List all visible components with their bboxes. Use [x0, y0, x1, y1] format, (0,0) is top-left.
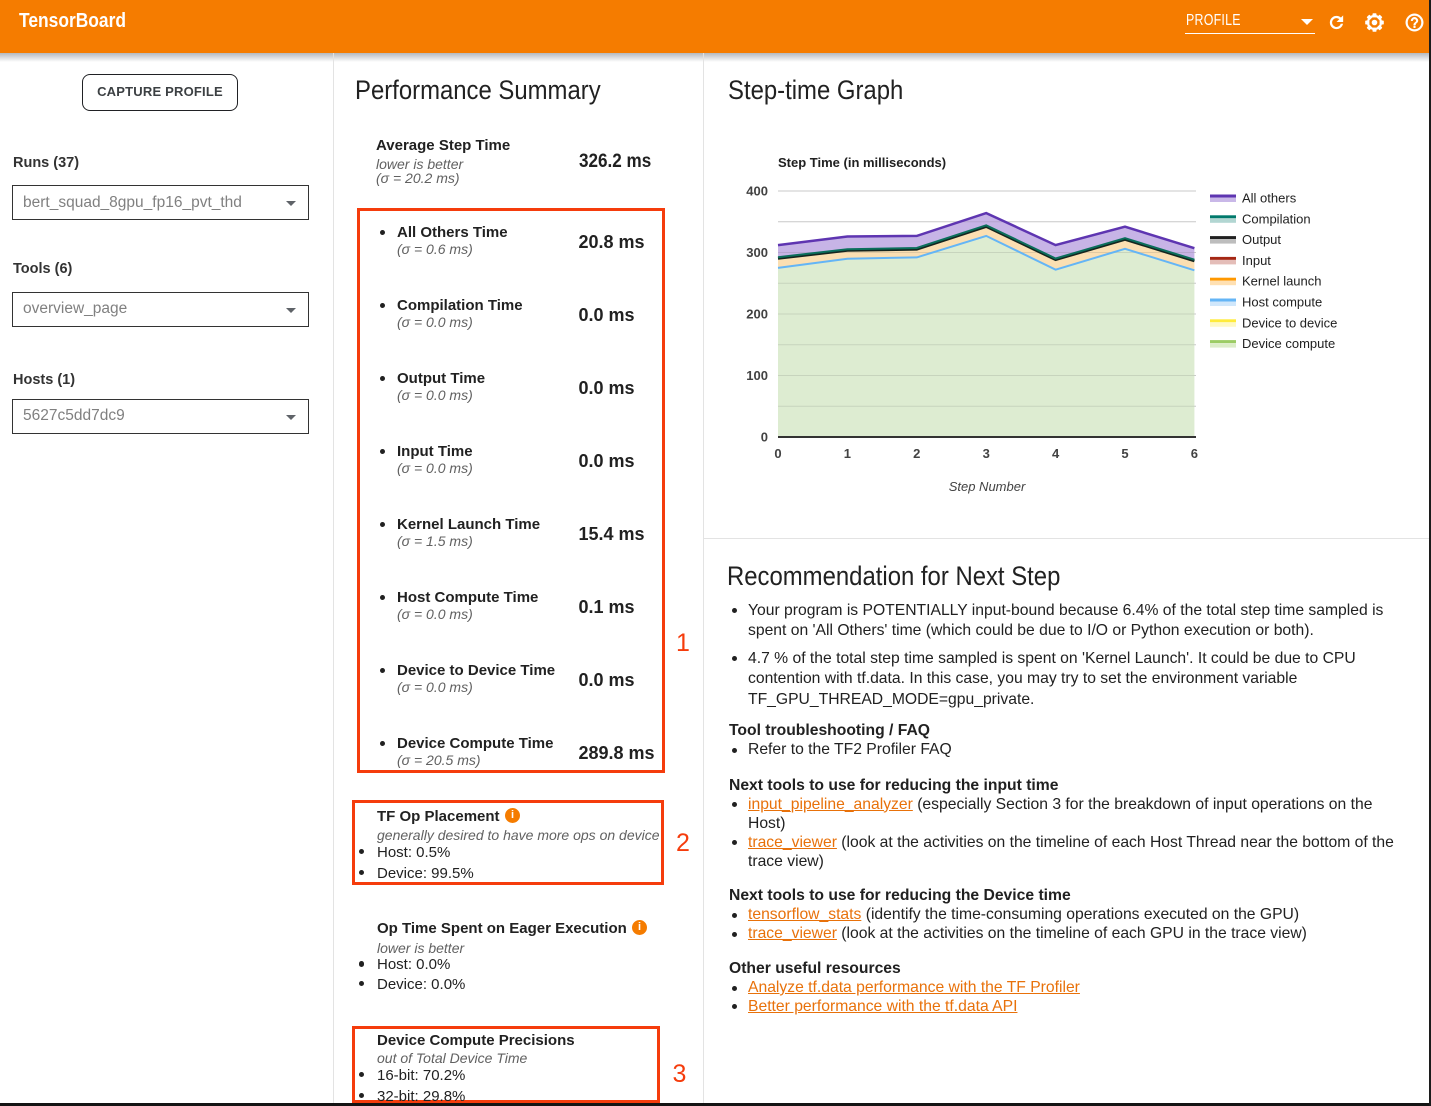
svg-text:Step Number: Step Number — [949, 479, 1026, 494]
svg-text:2: 2 — [913, 446, 920, 461]
svg-text:Step Time (in milliseconds): Step Time (in milliseconds) — [778, 155, 946, 170]
svg-text:100: 100 — [746, 368, 768, 383]
svg-text:3: 3 — [983, 446, 990, 461]
svg-text:Kernel launch: Kernel launch — [1242, 274, 1322, 289]
svg-text:1: 1 — [844, 446, 851, 461]
svg-text:400: 400 — [746, 184, 768, 199]
svg-text:5: 5 — [1121, 446, 1128, 461]
svg-text:4: 4 — [1052, 446, 1060, 461]
svg-text:300: 300 — [746, 245, 768, 260]
svg-text:200: 200 — [746, 307, 768, 322]
svg-text:Output: Output — [1242, 232, 1281, 247]
svg-text:Host compute: Host compute — [1242, 295, 1322, 310]
svg-text:0: 0 — [761, 430, 768, 445]
svg-text:Input: Input — [1242, 253, 1271, 268]
svg-text:Compilation: Compilation — [1242, 211, 1311, 226]
svg-text:Device compute: Device compute — [1242, 336, 1335, 351]
svg-text:All others: All others — [1242, 191, 1297, 206]
svg-text:6: 6 — [1191, 446, 1198, 461]
svg-text:0: 0 — [774, 446, 781, 461]
svg-text:Device to device: Device to device — [1242, 315, 1337, 330]
